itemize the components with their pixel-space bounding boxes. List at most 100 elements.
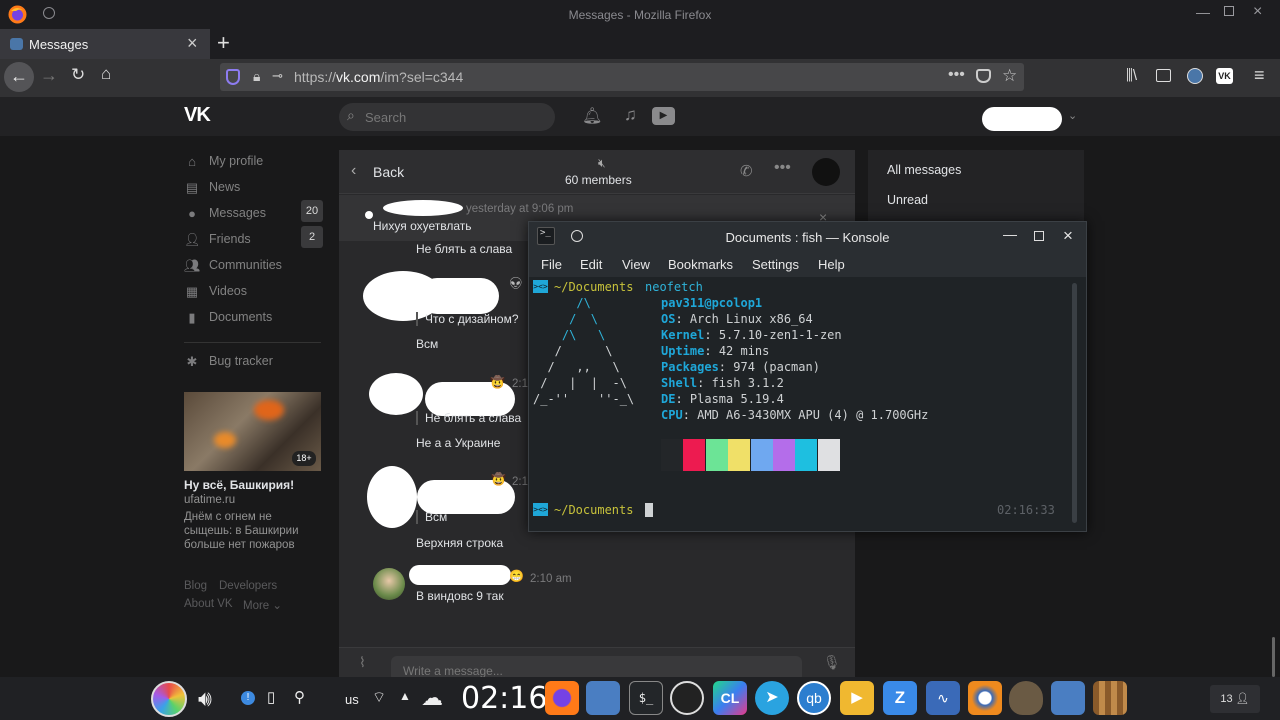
text-cursor	[645, 503, 653, 517]
folder-icon[interactable]	[1051, 681, 1085, 715]
reply-quote[interactable]: Не блять а слава	[416, 411, 521, 425]
vk-extension-icon[interactable]: VK	[1216, 68, 1233, 84]
reload-icon[interactable]: ↻	[71, 65, 85, 85]
gimp-icon[interactable]	[1009, 681, 1043, 715]
filter-all-messages[interactable]: All messages	[887, 163, 961, 177]
palette-swatch	[795, 439, 818, 471]
vk-logo-icon[interactable]: VK	[184, 104, 211, 127]
telegram-icon[interactable]: ➤	[755, 681, 789, 715]
menu-settings[interactable]: Settings	[752, 257, 799, 272]
qbittorrent-icon[interactable]: qb	[797, 681, 831, 715]
app-launcher-icon[interactable]	[151, 681, 187, 717]
tracking-shield-icon[interactable]	[226, 69, 240, 85]
emoji-icon: 🤠	[491, 472, 506, 486]
menu-hamburger-icon[interactable]: ≡	[1254, 65, 1265, 86]
konsole-icon[interactable]: $_	[629, 681, 663, 715]
info-icon[interactable]: !	[241, 691, 255, 705]
keyboard-layout[interactable]: us	[345, 692, 359, 707]
steam-icon[interactable]	[670, 681, 704, 715]
close-window-icon[interactable]: ×	[1063, 226, 1073, 246]
minecraft-icon[interactable]	[1093, 681, 1127, 715]
volume-icon[interactable]: 🔊︎	[198, 686, 212, 712]
wifi-icon[interactable]: ⌔	[372, 688, 386, 707]
pocket-icon[interactable]	[976, 69, 991, 83]
bell-icon[interactable]: 🔔︎	[582, 106, 602, 126]
minimize-icon[interactable]: —	[1196, 4, 1210, 20]
tray-expand-icon[interactable]: ▲	[399, 689, 411, 703]
library-icon[interactable]: ⫼\	[1126, 67, 1137, 84]
back-button[interactable]: Back	[373, 164, 404, 180]
more-icon[interactable]: •••	[774, 159, 791, 177]
folder-icon[interactable]	[586, 681, 620, 715]
minimize-icon[interactable]: —	[1003, 226, 1017, 242]
footer-about-link[interactable]: About VK	[184, 598, 233, 610]
weather-icon[interactable]: ☁︎	[421, 685, 443, 711]
sidebar-toggle-icon[interactable]	[1156, 69, 1171, 82]
reply-quote[interactable]: Что с дизайном?	[416, 312, 519, 326]
page-scrollbar[interactable]	[1272, 637, 1275, 677]
user-avatar[interactable]	[373, 568, 405, 600]
window-title: Messages - Mozilla Firefox	[568, 8, 712, 22]
footer-more-link[interactable]: More ⌄	[243, 598, 282, 612]
play-icon[interactable]: ▶	[652, 107, 675, 125]
avatar-redacted[interactable]	[369, 373, 423, 415]
clipboard-icon[interactable]: ▯	[267, 688, 275, 706]
avatar-redacted[interactable]	[367, 466, 417, 528]
profile-name-redacted[interactable]	[982, 107, 1062, 131]
maximize-icon[interactable]	[1224, 6, 1234, 16]
neofetch-kernel: Kernel: 5.7.10-zen1-1-zen	[661, 328, 842, 342]
home-icon[interactable]: ⌂	[101, 64, 111, 84]
messages-icon: ●	[188, 206, 196, 221]
notifications-button[interactable]: 13 👤︎	[1210, 685, 1260, 713]
phone-icon[interactable]: ✆	[740, 162, 753, 180]
footer-blog-link[interactable]: Blog	[184, 580, 207, 592]
chevron-left-icon[interactable]: ‹	[351, 162, 356, 180]
terminal-scrollbar[interactable]	[1072, 283, 1077, 523]
system-monitor-icon[interactable]: ∿	[926, 681, 960, 715]
close-tab-icon[interactable]: ×	[187, 33, 198, 54]
menu-edit[interactable]: Edit	[580, 257, 602, 272]
chevron-down-icon[interactable]: ⌄	[1068, 109, 1077, 122]
lock-icon[interactable]: 🔒︎	[253, 68, 260, 85]
page-actions-icon[interactable]: •••	[948, 66, 965, 84]
composer: ⌇ Write a message... 🎙︎	[339, 647, 855, 682]
ad-image[interactable]: 18+	[184, 392, 321, 471]
search-box[interactable]: ⌕ Search	[339, 103, 555, 131]
account-icon[interactable]	[1187, 68, 1203, 84]
clion-icon[interactable]: CL	[713, 681, 747, 715]
maximize-icon[interactable]	[1034, 231, 1044, 241]
friends-badge: 2	[301, 226, 323, 248]
forward-arrow-icon[interactable]: →	[40, 65, 58, 86]
message-time: 2:1	[512, 378, 528, 390]
neofetch-uptime: Uptime: 42 mins	[661, 344, 770, 358]
bookmark-star-icon[interactable]: ☆	[1002, 66, 1017, 86]
tab-messages[interactable]: Messages ×	[0, 29, 210, 59]
music-icon[interactable]: ♫	[624, 105, 637, 125]
terminal-area[interactable]: ><> ~/Documents neofetch /\ / \ /\ \ / \…	[529, 277, 1086, 531]
menu-view[interactable]: View	[622, 257, 650, 272]
menu-help[interactable]: Help	[818, 257, 845, 272]
back-arrow-icon[interactable]: ←	[4, 62, 34, 92]
close-window-icon[interactable]: ×	[1253, 3, 1262, 21]
url-bar[interactable]: 🔒︎ ⊸ https://vk.com/im?sel=c344 ••• ☆	[220, 63, 1024, 91]
blender-icon[interactable]	[968, 681, 1002, 715]
ad-title[interactable]: Ну всё, Башкирия!	[184, 478, 294, 492]
clock[interactable]: 02:16	[461, 681, 547, 716]
attach-icon[interactable]: ⌇	[359, 654, 366, 671]
permissions-key-icon[interactable]: ⊸	[272, 68, 283, 84]
members-count[interactable]: 60 members	[565, 173, 632, 187]
author-redacted	[419, 278, 499, 314]
location-icon[interactable]: ⚲	[294, 688, 305, 706]
reply-quote[interactable]: Всм	[416, 510, 447, 524]
new-tab-icon[interactable]: +	[217, 30, 230, 56]
firefox-icon[interactable]	[545, 681, 579, 715]
ad-domain[interactable]: ufatime.ru	[184, 494, 235, 506]
filter-unread[interactable]: Unread	[887, 193, 928, 207]
footer-developers-link[interactable]: Developers	[219, 580, 277, 592]
menu-file[interactable]: File	[541, 257, 562, 272]
zeal-icon[interactable]: Z	[883, 681, 917, 715]
menu-bookmarks[interactable]: Bookmarks	[668, 257, 733, 272]
mic-icon[interactable]: 🎙︎	[823, 654, 841, 671]
media-player-icon[interactable]: ▶	[840, 681, 874, 715]
chat-avatar[interactable]	[812, 158, 840, 186]
